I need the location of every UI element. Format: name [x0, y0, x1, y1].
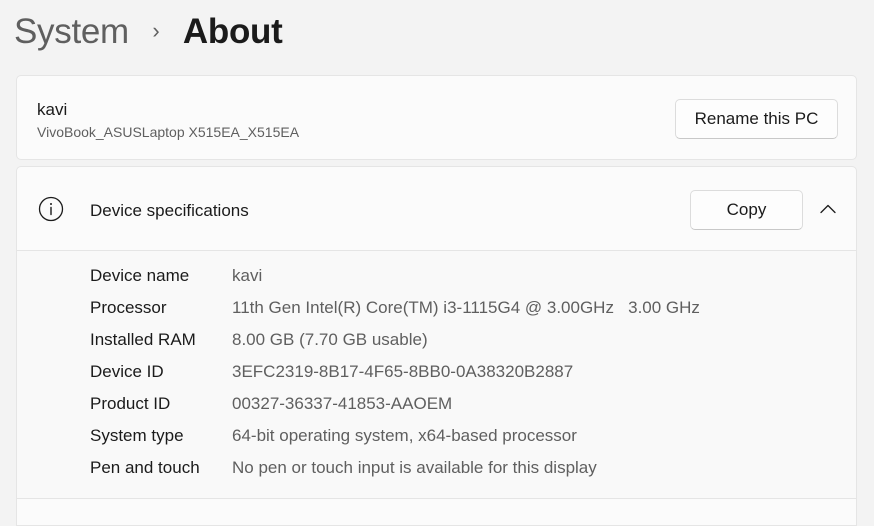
spec-row-product-id: Product ID 00327-36337-41853-AAOEM — [90, 388, 452, 420]
spec-label: System type — [90, 426, 184, 445]
breadcrumb-system-link[interactable]: System — [14, 12, 129, 52]
spec-value[interactable]: 64-bit operating system, x64-based proce… — [232, 426, 577, 446]
spec-label: Device ID — [90, 362, 164, 381]
spec-row-processor: Processor 11th Gen Intel(R) Core(TM) i3-… — [90, 292, 700, 324]
pc-name-card: kavi VivoBook_ASUSLaptop X515EA_X515EA R… — [16, 75, 857, 160]
pc-name: kavi — [37, 100, 68, 119]
spec-row-pen-and-touch: Pen and touch No pen or touch input is a… — [90, 452, 597, 484]
spec-label: Pen and touch — [90, 458, 200, 477]
page-title: About — [182, 12, 283, 51]
spec-value[interactable]: 8.00 GB (7.70 GB usable) — [232, 330, 428, 350]
spec-value[interactable]: 00327-36337-41853-AAOEM — [232, 394, 452, 414]
spec-row-installed-ram: Installed RAM 8.00 GB (7.70 GB usable) — [90, 324, 428, 356]
spec-row-device-name: Device name kavi — [90, 260, 262, 292]
rename-pc-button[interactable]: Rename this PC — [675, 99, 838, 139]
spec-value[interactable]: 3EFC2319-8B17-4F65-8BB0-0A38320B2887 — [232, 362, 573, 382]
spec-label: Device name — [90, 266, 190, 285]
device-specifications-title: Device specifications — [90, 201, 249, 220]
device-specifications-card: Device specifications Copy Device name k… — [16, 166, 857, 526]
spec-label: Product ID — [90, 394, 171, 413]
spec-label: Processor — [90, 298, 167, 317]
spec-value[interactable]: 11th Gen Intel(R) Core(TM) i3-1115G4 @ 3… — [232, 298, 700, 318]
pc-model: VivoBook_ASUSLaptop X515EA_X515EA — [37, 124, 300, 140]
chevron-up-icon[interactable] — [813, 195, 843, 223]
breadcrumb: System › About — [14, 8, 283, 56]
spec-value[interactable]: kavi — [232, 266, 262, 286]
device-specifications-header[interactable]: Device specifications Copy — [17, 167, 856, 251]
spec-row-device-id: Device ID 3EFC2319-8B17-4F65-8BB0-0A3832… — [90, 356, 573, 388]
spec-value[interactable]: No pen or touch input is available for t… — [232, 458, 597, 478]
chevron-right-icon: › — [152, 18, 160, 43]
info-icon — [38, 196, 64, 222]
copy-button[interactable]: Copy — [690, 190, 803, 230]
divider — [17, 498, 856, 499]
device-specifications-list: Device name kavi Processor 11th Gen Inte… — [17, 251, 856, 499]
spec-row-system-type: System type 64-bit operating system, x64… — [90, 420, 577, 452]
spec-label: Installed RAM — [90, 330, 196, 349]
